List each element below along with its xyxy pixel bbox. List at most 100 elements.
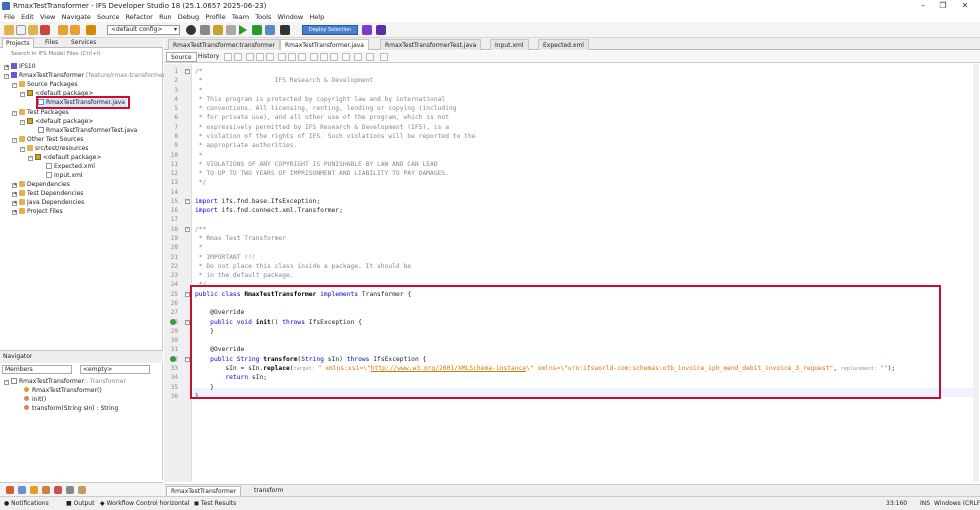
find-prev-icon[interactable]	[256, 53, 264, 61]
run-icon[interactable]	[239, 25, 247, 35]
breadcrumb-class[interactable]: RmaxTestTransformer	[166, 486, 242, 496]
tree-item-input-xml[interactable]: Input.xml	[46, 171, 83, 180]
tab-test-java[interactable]: RmaxTestTransformerTest.java	[380, 39, 482, 50]
new-file-icon[interactable]	[16, 25, 26, 35]
fold-icon[interactable]: -	[185, 198, 190, 204]
tree-item-test-resources[interactable]: - src/test/resources	[20, 144, 88, 153]
status-output[interactable]: ■ Output	[66, 498, 94, 510]
tab-history[interactable]: History	[194, 52, 223, 62]
ifs-tool-icon[interactable]	[86, 25, 96, 35]
record-macro-icon[interactable]	[354, 53, 362, 61]
shift-left-icon[interactable]	[310, 53, 318, 61]
comment-icon[interactable]	[330, 53, 338, 61]
tree-item-test-packages[interactable]: - Test Packages	[12, 108, 69, 117]
menu-window[interactable]: Window	[278, 12, 304, 22]
filter-icon[interactable]	[66, 486, 74, 494]
tree-item-project-files[interactable]: + Project Files	[12, 207, 63, 216]
forward-icon[interactable]	[234, 53, 242, 61]
tree-item-project[interactable]: - RmaxTestTransformer [feature/rmax-trans…	[4, 71, 173, 80]
navigator-root[interactable]: - RmaxTestTransformer:: Transformer	[4, 377, 126, 386]
uncomment-icon[interactable]	[342, 53, 350, 61]
fold-icon[interactable]: -	[185, 226, 190, 232]
navigator-init[interactable]: init()	[24, 395, 46, 404]
fold-icon[interactable]: -	[185, 69, 190, 74]
find-next-icon[interactable]	[266, 53, 274, 61]
build-icon[interactable]	[186, 25, 196, 35]
stop-macro-icon[interactable]	[366, 53, 374, 61]
tree-item-dependencies[interactable]: + Dependencies	[12, 180, 70, 189]
tree-item-other-test-sources[interactable]: - Other Test Sources	[12, 135, 83, 144]
menu-edit[interactable]: Edit	[21, 12, 34, 22]
bookmark-icon[interactable]	[298, 53, 306, 61]
projects-search-input[interactable]: Search in IFS Model Files (Ctrl+I)	[2, 50, 161, 59]
code-area[interactable]: /* * IFS Research & Development * * This…	[193, 64, 973, 482]
save-all-icon[interactable]	[40, 25, 50, 35]
bookmark-icon[interactable]	[278, 53, 286, 61]
find-icon[interactable]	[246, 53, 254, 61]
broom-icon[interactable]	[213, 25, 223, 35]
menu-help[interactable]: Help	[309, 12, 324, 22]
tab-source[interactable]: Source	[166, 52, 197, 62]
tab-input-xml[interactable]: Input.xml	[490, 39, 529, 50]
status-workflow[interactable]: ◆ Workflow Control horizontal	[100, 498, 190, 510]
tree-item-ifs10[interactable]: + IFS10	[4, 62, 36, 71]
tab-services[interactable]: Services	[68, 38, 99, 48]
tree-item-expected-xml[interactable]: Expected.xml	[46, 162, 95, 171]
tree-item-test-java[interactable]: RmaxTestTransformerTest.java	[38, 126, 137, 135]
members-dropdown[interactable]: Members	[2, 365, 72, 374]
filter-icon[interactable]	[54, 486, 62, 494]
undo-icon[interactable]	[58, 25, 68, 35]
debug-icon[interactable]	[252, 25, 262, 35]
tab-files[interactable]: Files	[42, 38, 61, 48]
tree-item-java-dependencies[interactable]: + Java Dependencies	[12, 198, 84, 207]
close-button[interactable]: ✕	[958, 1, 972, 11]
menu-debug[interactable]: Debug	[178, 12, 199, 22]
navigator-constructor[interactable]: RmaxTestTransformer()	[24, 386, 102, 395]
menu-navigate[interactable]: Navigate	[62, 12, 91, 22]
menu-source[interactable]: Source	[97, 12, 119, 22]
back-icon[interactable]	[224, 53, 232, 61]
breadcrumb-method[interactable]: transform	[250, 486, 287, 496]
menu-profile[interactable]: Profile	[205, 12, 225, 22]
navigator-transform[interactable]: transform(String sIn) : String	[24, 404, 118, 413]
record-icon[interactable]	[280, 25, 290, 35]
maximize-button[interactable]: ❐	[936, 1, 950, 11]
tree-item-test-dependencies[interactable]: + Test Dependencies	[12, 189, 83, 198]
tree-item-source-packages[interactable]: - Source Packages	[12, 80, 78, 89]
tab-transformer[interactable]: RmaxTestTransformer.transformer	[168, 39, 280, 50]
editor-scrollbar[interactable]	[973, 64, 979, 482]
menu-team[interactable]: Team	[232, 12, 249, 22]
config-dropdown[interactable]: <default config> ▾	[107, 25, 180, 35]
ifs-deploy-icon[interactable]	[376, 25, 386, 35]
status-test-results[interactable]: ◼ Test Results	[194, 498, 236, 510]
filter-icon[interactable]	[78, 486, 86, 494]
navigator-filter-dropdown[interactable]: <empty>	[80, 365, 150, 374]
menu-view[interactable]: View	[40, 12, 55, 22]
override-icon[interactable]	[170, 319, 176, 326]
tab-expected-xml[interactable]: Expected.xml	[538, 39, 589, 50]
filter-icon[interactable]	[6, 486, 14, 494]
tab-rmax-java[interactable]: RmaxTestTransformer.java	[280, 39, 369, 50]
tab-projects[interactable]: Projects	[2, 38, 34, 48]
filter-icon[interactable]	[18, 486, 26, 494]
menu-run[interactable]: Run	[159, 12, 171, 22]
tree-item-resources-default-package[interactable]: - <default package>	[28, 153, 101, 162]
ifs-cloud-icon[interactable]	[362, 25, 372, 35]
shift-right-icon[interactable]	[320, 53, 328, 61]
status-notifications[interactable]: ● Notifications	[4, 498, 49, 510]
filter-icon[interactable]	[42, 486, 50, 494]
redo-icon[interactable]	[70, 25, 80, 35]
tree-item-test-default-package[interactable]: - <default package>	[20, 117, 93, 126]
menu-file[interactable]: File	[4, 12, 15, 22]
bookmark-icon[interactable]	[288, 53, 296, 61]
clean-build-icon[interactable]	[200, 25, 210, 35]
minimize-button[interactable]: –	[916, 1, 930, 11]
menu-refactor[interactable]: Refactor	[126, 12, 153, 22]
tool-icon[interactable]	[226, 25, 236, 35]
open-project-icon[interactable]	[28, 25, 38, 35]
diff-icon[interactable]	[380, 53, 388, 61]
deploy-button[interactable]: Deploy Selection	[302, 25, 358, 35]
menu-tools[interactable]: Tools	[255, 12, 271, 22]
profile-icon[interactable]	[265, 25, 275, 35]
new-project-icon[interactable]	[4, 25, 14, 35]
